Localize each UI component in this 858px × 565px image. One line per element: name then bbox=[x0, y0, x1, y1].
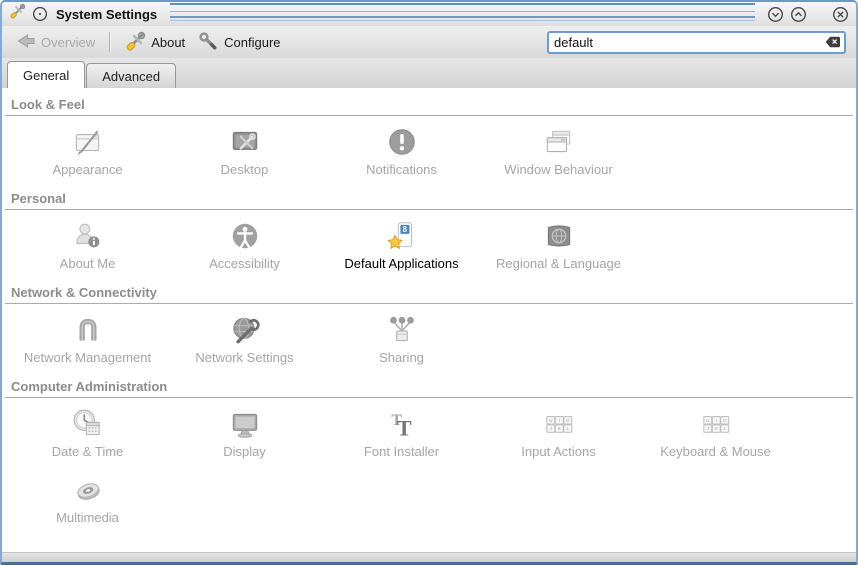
item-window-behaviour[interactable]: Window Behaviour bbox=[480, 120, 637, 186]
notifications-icon bbox=[385, 125, 419, 159]
item-label: Default Applications bbox=[344, 256, 458, 271]
item-network-settings[interactable]: Network Settings bbox=[166, 308, 323, 374]
item-label: Notifications bbox=[366, 162, 437, 177]
configure-button[interactable]: Configure bbox=[191, 28, 286, 57]
status-bar bbox=[2, 552, 856, 562]
item-label: Window Behaviour bbox=[504, 162, 612, 177]
about-button[interactable]: About bbox=[118, 28, 191, 57]
item-label: Multimedia bbox=[56, 510, 119, 525]
section-header: Computer Administration bbox=[11, 379, 856, 394]
tab-bar: GeneralAdvanced bbox=[2, 58, 856, 88]
network-management-icon bbox=[71, 313, 105, 347]
section-divider bbox=[5, 397, 853, 398]
tab-advanced[interactable]: Advanced bbox=[86, 63, 176, 88]
multimedia-icon bbox=[71, 473, 105, 507]
network-settings-icon bbox=[228, 313, 262, 347]
window-behaviour-icon bbox=[542, 125, 576, 159]
item-label: Accessibility bbox=[209, 256, 280, 271]
input-actions-icon bbox=[542, 407, 576, 441]
clear-search-icon[interactable] bbox=[825, 36, 841, 48]
close-button[interactable] bbox=[831, 5, 849, 23]
section-grid: Appearance Desktop Notifications Window Beh… bbox=[2, 120, 856, 186]
sharing-icon bbox=[385, 313, 419, 347]
section-divider bbox=[5, 303, 853, 304]
item-label: Network Settings bbox=[195, 350, 293, 365]
appearance-icon bbox=[71, 125, 105, 159]
tab-general[interactable]: General bbox=[7, 61, 85, 88]
window-title: System Settings bbox=[54, 7, 159, 22]
desktop-icon bbox=[228, 125, 262, 159]
titlebar-stripes bbox=[170, 2, 755, 26]
display-icon bbox=[228, 407, 262, 441]
section-computer-administration: Computer Administration Date & Time Displa… bbox=[2, 379, 856, 534]
overview-label: Overview bbox=[41, 35, 95, 50]
item-sharing[interactable]: Sharing bbox=[323, 308, 480, 374]
item-label: Regional & Language bbox=[496, 256, 621, 271]
item-label: Appearance bbox=[52, 162, 122, 177]
item-network-management[interactable]: Network Management bbox=[9, 308, 166, 374]
accessibility-icon bbox=[228, 219, 262, 253]
section-network-and-connectivity: Network & Connectivity Network Management… bbox=[2, 285, 856, 374]
item-default-applications[interactable]: Default Applications bbox=[323, 214, 480, 280]
section-personal: Personal About Me Accessibility Default App… bbox=[2, 191, 856, 280]
section-header: Personal bbox=[11, 191, 856, 206]
section-header: Network & Connectivity bbox=[11, 285, 856, 300]
crossed-tools-icon bbox=[124, 30, 146, 55]
item-input-actions[interactable]: Input Actions bbox=[480, 402, 637, 468]
font-installer-icon bbox=[385, 407, 419, 441]
item-label: Display bbox=[223, 444, 266, 459]
item-keyboard-and-mouse[interactable]: Keyboard & Mouse bbox=[637, 402, 794, 468]
item-label: Font Installer bbox=[364, 444, 439, 459]
window-menu-icon[interactable] bbox=[31, 5, 49, 23]
section-grid: About Me Accessibility Default Application… bbox=[2, 214, 856, 280]
item-desktop[interactable]: Desktop bbox=[166, 120, 323, 186]
item-appearance[interactable]: Appearance bbox=[9, 120, 166, 186]
item-label: Sharing bbox=[379, 350, 424, 365]
section-divider bbox=[5, 115, 853, 116]
item-label: Network Management bbox=[24, 350, 151, 365]
date-time-icon bbox=[71, 407, 105, 441]
settings-sections: Look & Feel Appearance Desktop Notification… bbox=[2, 88, 856, 552]
default-applications-icon bbox=[385, 219, 419, 253]
titlebar[interactable]: System Settings bbox=[2, 2, 856, 26]
item-label: Desktop bbox=[221, 162, 269, 177]
section-look-and-feel: Look & Feel Appearance Desktop Notification… bbox=[2, 97, 856, 186]
minimize-button[interactable] bbox=[766, 5, 784, 23]
wrench-icon bbox=[197, 30, 219, 55]
about-me-icon bbox=[71, 219, 105, 253]
toolbar-separator bbox=[109, 32, 110, 52]
item-label: Input Actions bbox=[521, 444, 595, 459]
item-date-and-time[interactable]: Date & Time bbox=[9, 402, 166, 468]
about-label: About bbox=[151, 35, 185, 50]
item-accessibility[interactable]: Accessibility bbox=[166, 214, 323, 280]
configure-label: Configure bbox=[224, 35, 280, 50]
item-regional-and-language[interactable]: Regional & Language bbox=[480, 214, 637, 280]
system-settings-app-icon bbox=[9, 3, 26, 25]
back-arrow-icon bbox=[16, 32, 36, 53]
item-about-me[interactable]: About Me bbox=[9, 214, 166, 280]
section-divider bbox=[5, 209, 853, 210]
regional-language-icon bbox=[542, 219, 576, 253]
toolbar: Overview About Configu bbox=[2, 26, 856, 58]
item-label: Keyboard & Mouse bbox=[660, 444, 771, 459]
item-multimedia[interactable]: Multimedia bbox=[9, 468, 166, 534]
item-display[interactable]: Display bbox=[166, 402, 323, 468]
section-grid: Date & Time Display Font Installer Input Ac… bbox=[2, 402, 856, 534]
system-settings-window: System Settings bbox=[0, 0, 858, 565]
maximize-button[interactable] bbox=[789, 5, 807, 23]
item-label: About Me bbox=[60, 256, 116, 271]
search-box bbox=[547, 31, 846, 54]
item-label: Date & Time bbox=[52, 444, 124, 459]
section-header: Look & Feel bbox=[11, 97, 856, 112]
item-font-installer[interactable]: Font Installer bbox=[323, 402, 480, 468]
section-grid: Network Management Network Settings Sharin… bbox=[2, 308, 856, 374]
keyboard-mouse-icon bbox=[699, 407, 733, 441]
item-notifications[interactable]: Notifications bbox=[323, 120, 480, 186]
overview-button[interactable]: Overview bbox=[10, 30, 101, 55]
search-input[interactable] bbox=[547, 31, 846, 54]
